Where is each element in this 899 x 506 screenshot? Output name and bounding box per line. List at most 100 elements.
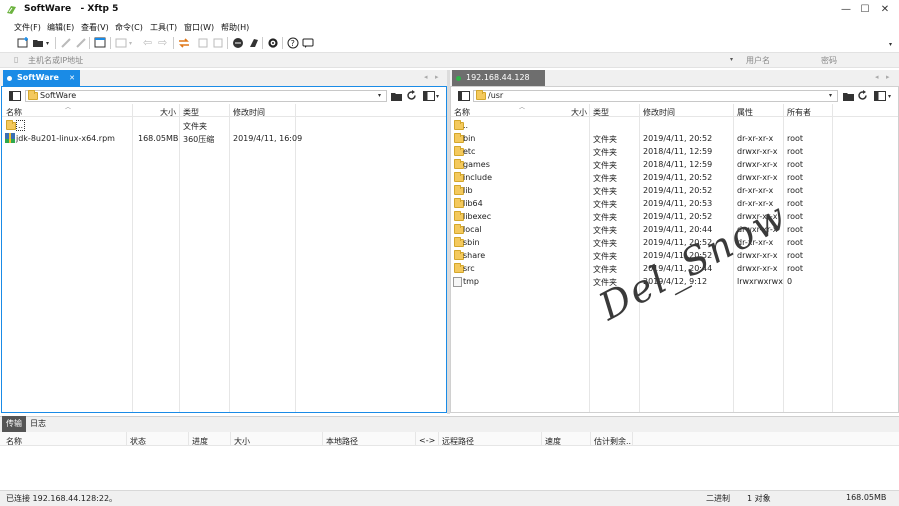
- password-input[interactable]: 密码: [821, 55, 837, 66]
- file-name: bin: [463, 134, 476, 143]
- file-name: jdk-8u201-linux-x64.rpm: [16, 134, 115, 143]
- column-divider: [230, 432, 231, 446]
- local-view-dropdown-icon[interactable]: ▾: [436, 93, 439, 100]
- column-divider: [590, 432, 591, 446]
- col-header-modified[interactable]: 修改时间: [643, 107, 675, 118]
- left-tab-scroll-left-icon[interactable]: ◂: [424, 73, 428, 81]
- remote-path-dropdown-icon[interactable]: ▾: [829, 92, 832, 99]
- close-button[interactable]: ✕: [875, 0, 895, 20]
- maximize-button[interactable]: ☐: [855, 0, 875, 20]
- remote-refresh-icon[interactable]: [857, 90, 868, 101]
- help-icon[interactable]: ?: [287, 37, 299, 49]
- file-owner: root: [787, 147, 804, 156]
- col-header-status[interactable]: 状态: [130, 436, 146, 447]
- col-header-modified[interactable]: 修改时间: [233, 107, 265, 118]
- disconnect-icon[interactable]: [75, 37, 87, 49]
- file-attributes: dr-xr-xr-x: [737, 186, 774, 195]
- xshell-icon[interactable]: [232, 37, 244, 49]
- forward-arrow-icon[interactable]: ⇨: [158, 36, 167, 49]
- remote-path-field[interactable]: /usr: [473, 90, 838, 102]
- new-window-icon[interactable]: [94, 37, 106, 49]
- remote-view-mode-icon[interactable]: [874, 91, 886, 101]
- menu-help[interactable]: 帮助(H): [221, 22, 249, 33]
- file-type: 360压缩: [183, 135, 215, 144]
- folder-icon: [28, 90, 38, 100]
- new-session-icon[interactable]: [17, 37, 29, 49]
- file-name: ..: [16, 120, 26, 131]
- col-header-size[interactable]: 大小: [571, 107, 587, 118]
- xftp-icon[interactable]: [248, 37, 260, 49]
- tab-close-icon[interactable]: ✕: [69, 70, 75, 86]
- file-modified: 2018/4/11, 12:59: [643, 147, 713, 156]
- right-tab-scroll-left-icon[interactable]: ◂: [875, 73, 879, 81]
- menu-command[interactable]: 命令(C): [115, 22, 143, 33]
- open-dropdown-icon[interactable]: ▾: [46, 40, 49, 47]
- menu-window[interactable]: 窗口(W): [184, 22, 214, 33]
- menu-view[interactable]: 查看(V): [81, 22, 109, 33]
- tab-log[interactable]: 日志: [26, 416, 50, 432]
- remote-parent-folder-icon[interactable]: [843, 91, 854, 101]
- connected-dot-icon: [456, 76, 461, 81]
- local-path-field[interactable]: SoftWare: [25, 90, 387, 102]
- tab-local-software[interactable]: SoftWare ✕: [3, 70, 80, 87]
- chat-icon[interactable]: [302, 37, 314, 49]
- folder-icon: [476, 90, 486, 100]
- link-icon[interactable]: [60, 37, 72, 49]
- file-type: 文件夹: [593, 148, 617, 157]
- menu-edit[interactable]: 编辑(E): [47, 22, 74, 33]
- local-pane-toggle-icon[interactable]: [9, 91, 21, 101]
- col-header-progress[interactable]: 进度: [192, 436, 208, 447]
- host-input[interactable]: 主机名或IP地址: [28, 55, 83, 66]
- file-modified: 2019/4/11, 20:52: [643, 134, 713, 143]
- file-modified: 2019/4/11, 16:09: [233, 134, 303, 143]
- file-attributes: lrwxrwxrwx: [737, 277, 783, 286]
- col-header-type[interactable]: 类型: [593, 107, 609, 118]
- local-view-mode-icon[interactable]: [423, 91, 435, 101]
- col-header-eta[interactable]: 估计剩余...: [594, 436, 634, 447]
- col-header-name[interactable]: 名称: [454, 107, 470, 118]
- right-tab-scroll-right-icon[interactable]: ▸: [886, 73, 890, 81]
- col-header-name[interactable]: 名称: [6, 107, 22, 118]
- col-header-attributes[interactable]: 属性: [737, 107, 753, 118]
- tab-transfers[interactable]: 传输: [2, 416, 26, 432]
- copy-icon[interactable]: [197, 37, 209, 49]
- settings-gear-icon[interactable]: [267, 37, 279, 49]
- col-header-speed[interactable]: 速度: [545, 436, 561, 447]
- remote-view-dropdown-icon[interactable]: ▾: [888, 93, 891, 100]
- sync-icon[interactable]: [178, 37, 190, 49]
- col-header-direction[interactable]: <->: [419, 436, 435, 445]
- table-row[interactable]: [451, 119, 898, 132]
- col-header-local-path[interactable]: 本地路径: [326, 436, 358, 447]
- menu-tools[interactable]: 工具(T): [150, 22, 177, 33]
- menu-file[interactable]: 文件(F): [14, 22, 41, 33]
- col-header-type[interactable]: 类型: [183, 107, 199, 118]
- open-folder-icon[interactable]: [32, 37, 44, 49]
- username-input[interactable]: 用户名: [746, 55, 770, 66]
- paste-icon[interactable]: [212, 37, 224, 49]
- local-path-dropdown-icon[interactable]: ▾: [378, 92, 381, 99]
- column-divider: [179, 104, 180, 412]
- transfer-mode[interactable]: 二进制: [706, 493, 730, 504]
- column-divider: [541, 432, 542, 446]
- minimize-button[interactable]: —: [836, 0, 856, 20]
- rpm-archive-icon: [5, 133, 15, 143]
- file-type: 文件夹: [593, 239, 617, 248]
- local-parent-folder-icon[interactable]: [391, 91, 402, 101]
- table-row[interactable]: [2, 119, 446, 132]
- file-name: share: [463, 251, 486, 260]
- host-dropdown-icon[interactable]: ▾: [730, 56, 733, 63]
- col-header-name[interactable]: 名称: [6, 436, 22, 447]
- col-header-owner[interactable]: 所有者: [787, 107, 811, 118]
- local-refresh-icon[interactable]: [406, 90, 417, 101]
- remote-pane-toggle-icon[interactable]: [458, 91, 470, 101]
- col-header-remote-path[interactable]: 远程路径: [442, 436, 474, 447]
- transfer-icon[interactable]: [115, 37, 127, 49]
- col-header-size[interactable]: 大小: [160, 107, 176, 118]
- left-tab-scroll-right-icon[interactable]: ▸: [435, 73, 439, 81]
- title-product: - Xftp 5: [80, 4, 119, 14]
- toolbar-overflow-icon[interactable]: ▾: [889, 41, 892, 48]
- back-arrow-icon[interactable]: ⇦: [143, 36, 152, 49]
- tab-remote-host[interactable]: 192.168.44.128: [452, 70, 545, 87]
- col-header-size[interactable]: 大小: [234, 436, 250, 447]
- transfer-dropdown-icon[interactable]: ▾: [129, 40, 132, 47]
